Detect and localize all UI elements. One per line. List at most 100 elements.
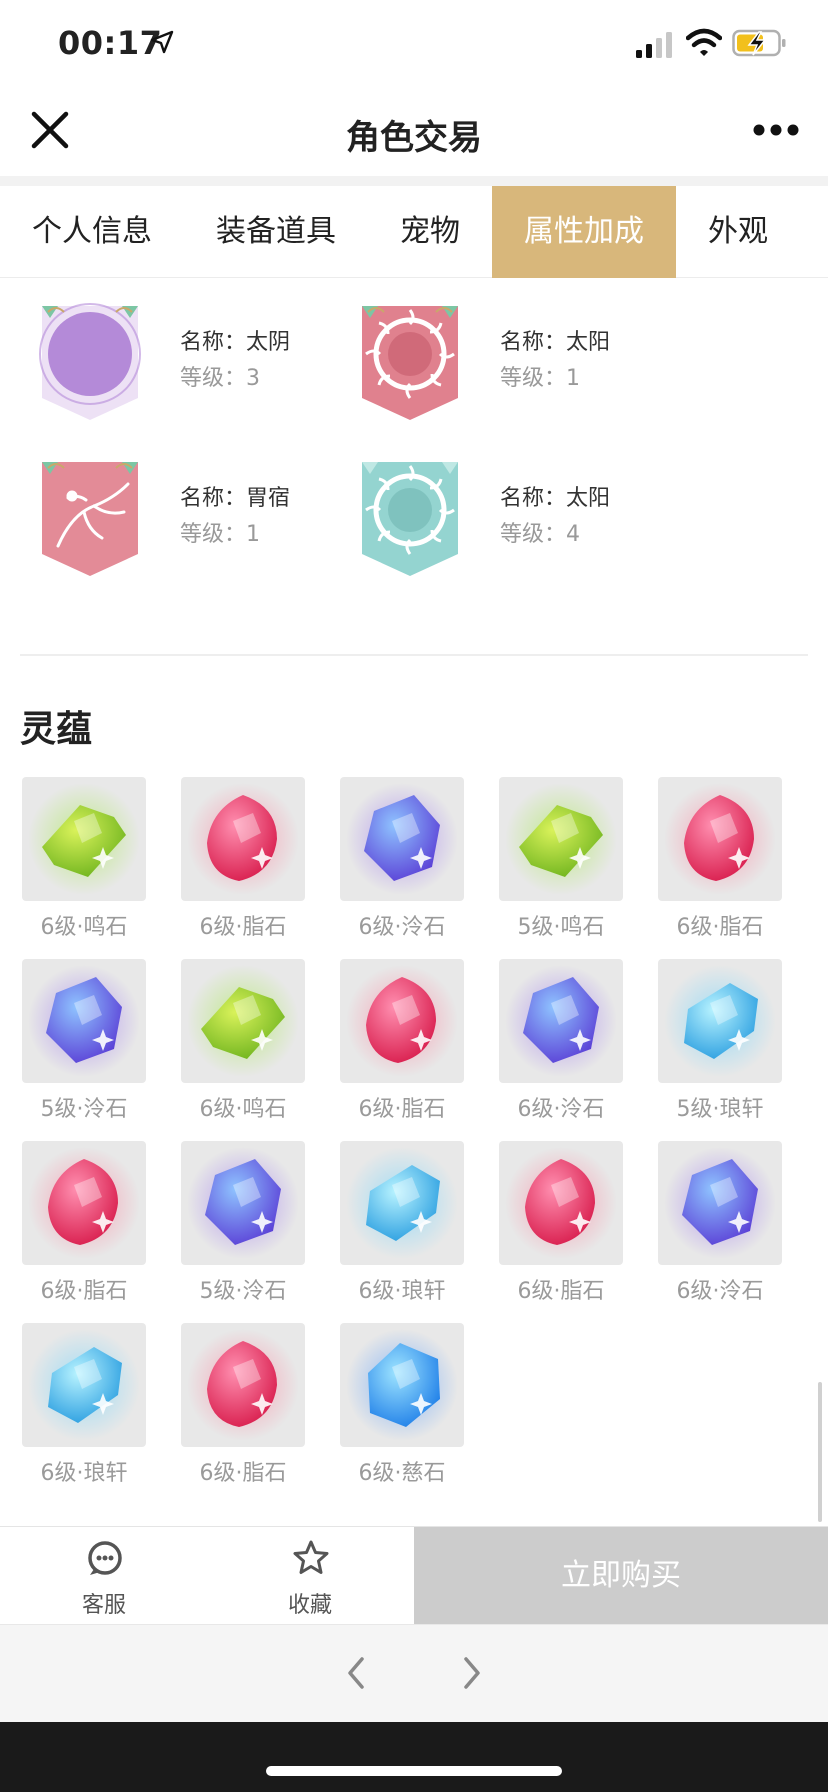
gem-item[interactable]: 6级·琅轩: [22, 1323, 146, 1487]
gem-item[interactable]: 6级·脂石: [181, 1323, 305, 1487]
gem-tile: [22, 1323, 146, 1447]
status-time: 00:17: [58, 24, 163, 62]
gem-item[interactable]: 6级·鸣石: [181, 959, 305, 1123]
gem-label: 6级·泠石: [358, 915, 446, 940]
attribute-item: 名称：胃宿 等级：1: [28, 454, 328, 594]
gem-item[interactable]: 6级·泠石: [340, 777, 464, 941]
attribute-item: 名称：太阴 等级：3: [28, 298, 328, 438]
purple-gem-icon: [664, 1147, 776, 1259]
wifi-icon: [686, 28, 722, 56]
purple-gem-icon: [505, 965, 617, 1077]
chevron-left-icon[interactable]: [340, 1655, 372, 1691]
gem-tile: [658, 777, 782, 901]
star-icon: [293, 1540, 329, 1574]
cyan-gem-icon: [664, 965, 776, 1077]
chevron-right-icon[interactable]: [456, 1655, 488, 1691]
gem-label: 6级·脂石: [517, 1279, 605, 1304]
gem-item[interactable]: 6级·脂石: [340, 959, 464, 1123]
buy-now-button[interactable]: 立即购买: [414, 1527, 828, 1625]
attribute-name: 名称：太阳: [500, 486, 611, 511]
gem-item[interactable]: 6级·脂石: [499, 1141, 623, 1305]
gem-item[interactable]: 6级·脂石: [22, 1141, 146, 1305]
gem-item[interactable]: 6级·泠石: [499, 959, 623, 1123]
navigation-bar: 角色交易: [0, 88, 828, 176]
more-options-icon[interactable]: [752, 118, 800, 142]
gem-label: 6级·泠石: [517, 1097, 605, 1122]
moon-emblem-icon: [39, 303, 141, 420]
attribute-name: 名称：胃宿: [180, 486, 291, 511]
gem-label: 6级·脂石: [199, 915, 287, 940]
gem-tile: [658, 959, 782, 1083]
browser-toolbar: [0, 1624, 828, 1722]
red-gem-icon: [28, 1147, 140, 1259]
gem-item[interactable]: 5级·泠石: [181, 1141, 305, 1305]
tab-appearance[interactable]: 外观: [676, 186, 800, 278]
red-gem-icon: [346, 965, 458, 1077]
red-gem-icon: [187, 783, 299, 895]
gem-tile: [22, 959, 146, 1083]
attribute-level: 等级：3: [180, 366, 260, 391]
gem-label: 6级·脂石: [358, 1097, 446, 1122]
attribute-level: 等级：1: [500, 366, 580, 391]
red-gem-icon: [187, 1329, 299, 1441]
gem-label: 6级·脂石: [199, 1461, 287, 1486]
customer-service-button[interactable]: 客服: [4, 1527, 204, 1625]
purple-gem-icon: [187, 1147, 299, 1259]
customer-service-icon: [88, 1541, 122, 1575]
favorite-button[interactable]: 收藏: [210, 1527, 410, 1625]
tab-personal-info[interactable]: 个人信息: [0, 186, 184, 278]
gem-label: 6级·琅轩: [40, 1461, 128, 1486]
nav-separator: [0, 176, 828, 186]
gem-item[interactable]: 6级·脂石: [181, 777, 305, 941]
gem-label: 6级·琅轩: [358, 1279, 446, 1304]
gem-tile: [181, 777, 305, 901]
cellular-signal-icon: [636, 32, 672, 58]
gem-item[interactable]: 6级·脂石: [658, 777, 782, 941]
gem-tile: [340, 1141, 464, 1265]
section-title: 灵蕴: [20, 709, 93, 750]
gem-item[interactable]: 5级·琅轩: [658, 959, 782, 1123]
gem-item[interactable]: 6级·慈石: [340, 1323, 464, 1487]
gem-label: 5级·琅轩: [676, 1097, 764, 1122]
gem-tile: [181, 1323, 305, 1447]
page-title: 角色交易: [346, 118, 482, 158]
gem-label: 6级·鸣石: [40, 915, 128, 940]
customer-service-label: 客服: [81, 1593, 126, 1618]
green-gem-icon: [187, 965, 299, 1077]
gem-item[interactable]: 6级·鸣石: [22, 777, 146, 941]
gem-label: 5级·鸣石: [517, 915, 605, 940]
gem-label: 6级·慈石: [358, 1461, 446, 1486]
purple-gem-icon: [28, 965, 140, 1077]
home-indicator-area: [0, 1722, 828, 1792]
tab-attribute-bonus[interactable]: 属性加成: [492, 186, 676, 278]
gem-item[interactable]: 5级·鸣石: [499, 777, 623, 941]
gem-tile: [499, 1141, 623, 1265]
section-divider: [20, 654, 808, 656]
home-indicator[interactable]: [266, 1766, 562, 1776]
sun-emblem-icon: [362, 306, 458, 420]
attribute-name: 名称：太阴: [180, 330, 291, 355]
gem-item[interactable]: 6级·泠石: [658, 1141, 782, 1305]
gem-tile: [499, 959, 623, 1083]
attribute-level: 等级：1: [180, 522, 260, 547]
gem-item[interactable]: 5级·泠石: [22, 959, 146, 1123]
gem-label: 6级·泠石: [676, 1279, 764, 1304]
purple-gem-icon: [346, 783, 458, 895]
gem-label: 6级·脂石: [40, 1279, 128, 1304]
tab-equipment[interactable]: 装备道具: [184, 186, 368, 278]
scrollbar[interactable]: [818, 1382, 822, 1522]
gem-tile: [181, 1141, 305, 1265]
gem-label: 6级·脂石: [676, 915, 764, 940]
location-arrow-icon: [150, 30, 174, 54]
gem-item[interactable]: 6级·琅轩: [340, 1141, 464, 1305]
gem-tile: [181, 959, 305, 1083]
action-bar: 客服 收藏 立即购买: [0, 1526, 828, 1625]
red-gem-icon: [505, 1147, 617, 1259]
red-gem-icon: [664, 783, 776, 895]
favorite-label: 收藏: [287, 1593, 332, 1618]
tab-bar: 个人信息 装备道具 宠物 属性加成 外观: [0, 186, 828, 278]
gem-label: 5级·泠石: [199, 1279, 287, 1304]
tab-pets[interactable]: 宠物: [368, 186, 492, 278]
cyan-gem-icon: [28, 1329, 140, 1441]
gem-tile: [340, 1323, 464, 1447]
